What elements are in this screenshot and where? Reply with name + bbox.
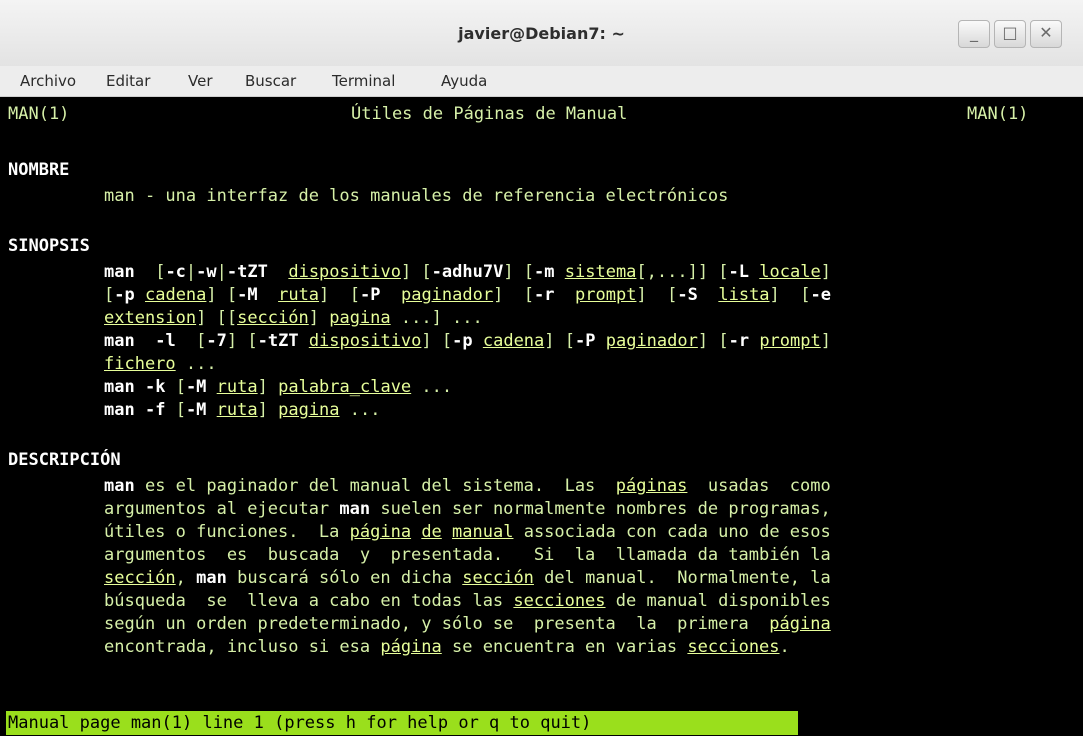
synopsis-line: man -f [-M ruta] pagina ... (104, 400, 381, 420)
section-sinopsis-heading: SINOPSIS (8, 236, 90, 256)
menu-ayuda[interactable]: Ayuda (441, 72, 487, 90)
menu-archivo[interactable]: Archivo (20, 72, 76, 90)
synopsis-line: man [-c|-w|-tZT dispositivo] [-adhu7V] [… (104, 262, 831, 282)
close-icon: ✕ (1039, 23, 1053, 42)
synopsis-line: fichero ... (104, 354, 217, 374)
section-nombre-heading: NOMBRE (8, 160, 70, 180)
nombre-text: man - una interfaz de los manuales de re… (104, 186, 729, 206)
synopsis-line: extension] [[sección] pagina ...] ... (104, 308, 483, 328)
window-title: javier@Debian7: ~ (458, 24, 625, 43)
description-line: argumentos es buscada y presentada. Si l… (104, 545, 831, 565)
title-bar[interactable]: javier@Debian7: ~ _ □ ✕ (0, 0, 1083, 67)
menu-bar: Archivo Editar Ver Buscar Terminal Ayuda (0, 66, 1083, 97)
description-line: sección, man buscará sólo en dicha secci… (104, 568, 831, 588)
terminal-screen[interactable]: MAN(1) Útiles de Páginas de Manual MAN(1… (0, 97, 1083, 736)
section-descripcion-heading: DESCRIPCIÓN (8, 450, 121, 470)
description-line: argumentos al ejecutar man suelen ser no… (104, 499, 831, 519)
maximize-button[interactable]: □ (994, 20, 1026, 48)
synopsis-line: man -k [-M ruta] palabra_clave ... (104, 377, 453, 397)
description-line: man es el paginador del manual del siste… (104, 476, 831, 496)
description-line: búsqueda se lleva a cabo en todas las se… (104, 591, 831, 611)
close-button[interactable]: ✕ (1030, 20, 1062, 48)
description-line: según un orden predeterminado, y sólo se… (104, 614, 831, 634)
menu-buscar[interactable]: Buscar (245, 72, 296, 90)
minimize-button[interactable]: _ (958, 20, 990, 48)
man-header-right: MAN(1) (967, 104, 1029, 124)
minimize-icon: _ (970, 23, 978, 42)
menu-ver[interactable]: Ver (188, 72, 213, 90)
pager-status-line: Manual page man(1) line 1 (press h for h… (6, 711, 798, 735)
menu-editar[interactable]: Editar (106, 72, 150, 90)
menu-terminal[interactable]: Terminal (332, 72, 395, 90)
terminal-window: javier@Debian7: ~ _ □ ✕ Archivo Editar V… (0, 0, 1083, 736)
description-line: útiles o funciones. La página de manual … (104, 522, 831, 542)
synopsis-line: man -l [-7] [-tZT dispositivo] [-p caden… (104, 331, 831, 351)
man-header-center: Útiles de Páginas de Manual (351, 104, 628, 124)
man-header-left: MAN(1) (8, 104, 70, 124)
maximize-icon: □ (1002, 23, 1018, 42)
synopsis-line: [-p cadena] [-M ruta] [-P paginador] [-r… (104, 285, 831, 305)
description-line: encontrada, incluso si esa página se enc… (104, 637, 790, 657)
